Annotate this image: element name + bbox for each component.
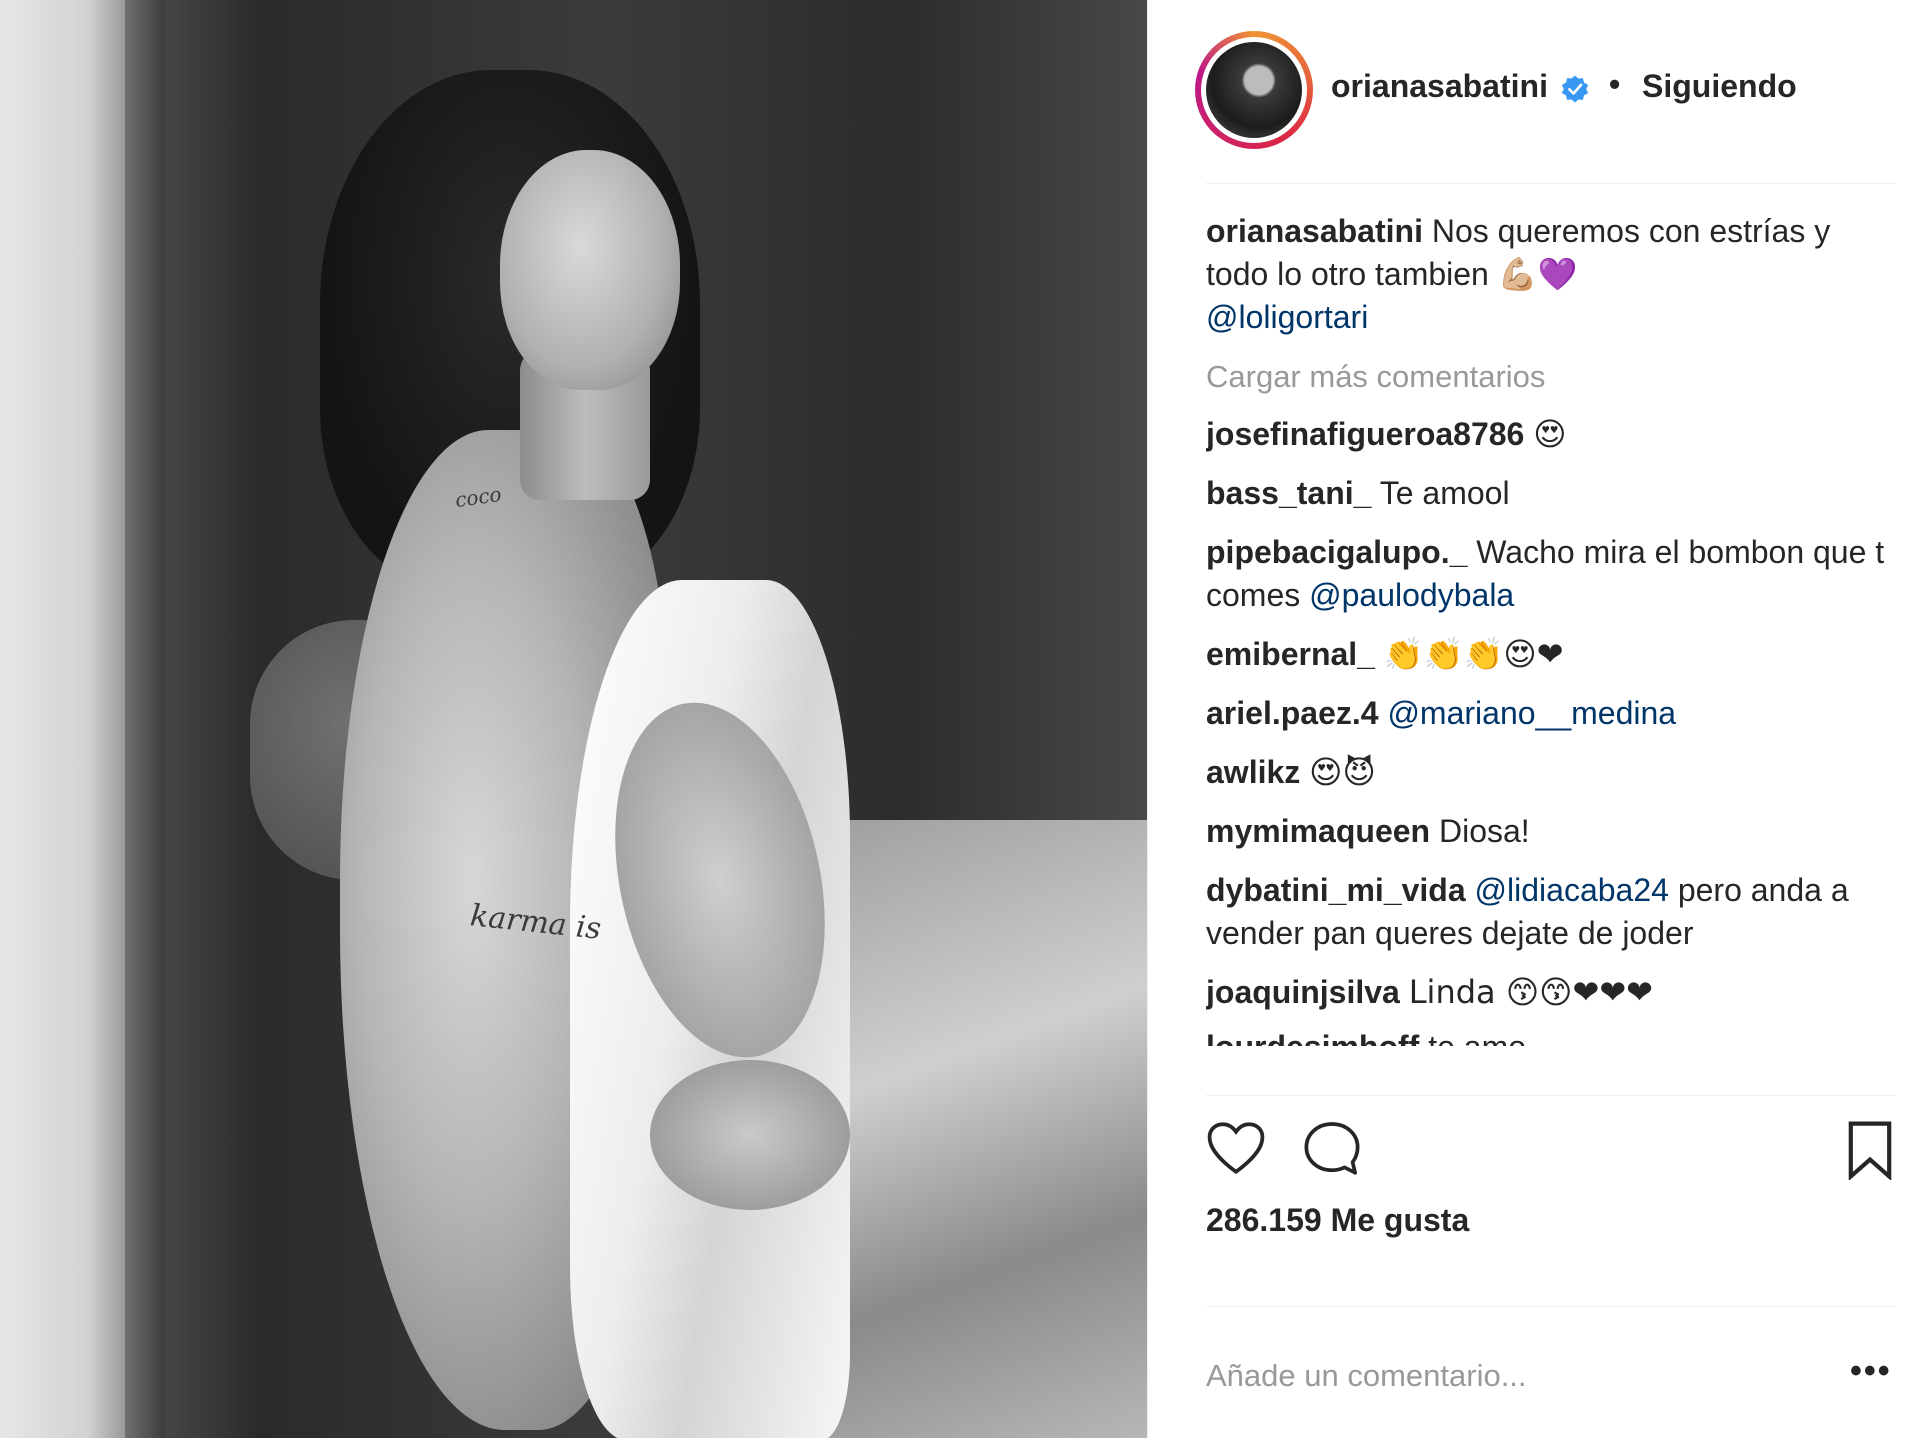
comment-username-link[interactable]: bass_tani_ bbox=[1206, 475, 1371, 511]
caption-mention-link[interactable]: @loligortari bbox=[1206, 299, 1368, 335]
comment-username-link[interactable]: emibernal_ bbox=[1206, 636, 1375, 672]
comment-item: ariel.paez.4 @mariano__medina bbox=[1206, 692, 1896, 735]
comment-text: Diosa! bbox=[1438, 813, 1530, 849]
header-username-link[interactable]: orianasabatini bbox=[1331, 68, 1548, 105]
comment-username-link[interactable]: dybatini_mi_vida bbox=[1206, 872, 1466, 908]
comment-item-partial: lourdesimhoff te amo bbox=[1206, 1026, 1896, 1046]
post-side-panel: orianasabatini • Siguiendo orianasabatin… bbox=[1147, 0, 1920, 1438]
comment-username-link[interactable]: joaquinjsilva bbox=[1206, 974, 1400, 1010]
comment-username-link[interactable]: mymimaqueen bbox=[1206, 813, 1430, 849]
load-more-comments-button[interactable]: Cargar más comentarios bbox=[1206, 357, 1896, 397]
header-divider bbox=[1206, 183, 1896, 184]
comment-item: mymimaqueen Diosa! bbox=[1206, 810, 1896, 853]
comment-item: dybatini_mi_vida @lidiacaba24 pero anda … bbox=[1206, 869, 1896, 955]
photo-door-edge bbox=[125, 0, 165, 1438]
comment-username-link[interactable]: lourdesimhoff bbox=[1206, 1029, 1419, 1046]
verified-badge-icon bbox=[1561, 75, 1589, 103]
heart-icon[interactable] bbox=[1206, 1120, 1266, 1176]
comment-username-link[interactable]: ariel.paez.4 bbox=[1206, 695, 1379, 731]
comment-bubble-icon[interactable] bbox=[1302, 1120, 1362, 1178]
photo-figure-face bbox=[500, 150, 680, 390]
header-separator: • bbox=[1609, 66, 1621, 102]
avatar-story-ring[interactable] bbox=[1195, 31, 1313, 149]
caption-username-link[interactable]: orianasabatini bbox=[1206, 213, 1423, 249]
comment-box-divider bbox=[1206, 1306, 1896, 1307]
comment-text: 👏👏👏😍❤ bbox=[1383, 635, 1564, 673]
more-options-icon[interactable]: ••• bbox=[1850, 1352, 1892, 1391]
avatar-image bbox=[1206, 42, 1302, 138]
photo-door-frame bbox=[0, 0, 125, 1438]
post-header: orianasabatini • Siguiendo bbox=[1148, 0, 1920, 180]
comment-mention-link[interactable]: @mariano__medina bbox=[1387, 695, 1676, 731]
comment-text: Linda 😙😙❤❤❤ bbox=[1408, 973, 1653, 1011]
comment-item: bass_tani_ Te amool bbox=[1206, 472, 1896, 515]
comment-text: Te amool bbox=[1379, 475, 1510, 511]
post-caption: orianasabatini Nos queremos con estrías … bbox=[1206, 210, 1896, 339]
post-actions-bar bbox=[1206, 1120, 1906, 1190]
comment-item: josefinafigueroa8786 😍 bbox=[1206, 413, 1896, 456]
comment-item: emibernal_ 👏👏👏😍❤ bbox=[1206, 633, 1896, 676]
comment-username-link[interactable]: pipebacigalupo._ bbox=[1206, 534, 1467, 570]
comment-username-link[interactable]: awlikz bbox=[1206, 754, 1300, 790]
add-comment-input[interactable]: Añade un comentario... bbox=[1206, 1358, 1527, 1394]
following-button[interactable]: Siguiendo bbox=[1642, 68, 1797, 105]
avatar[interactable] bbox=[1201, 37, 1307, 143]
comments-list[interactable]: orianasabatini Nos queremos con estrías … bbox=[1206, 210, 1896, 1090]
comment-item: pipebacigalupo._ Wacho mira el bombon qu… bbox=[1206, 531, 1896, 617]
comment-mention-link[interactable]: @paulodybala bbox=[1309, 577, 1514, 613]
likes-count-link[interactable]: 286.159 Me gusta bbox=[1206, 1202, 1469, 1239]
actions-divider bbox=[1206, 1095, 1896, 1096]
photo-figure-hand bbox=[650, 1060, 850, 1210]
comment-text: 😍😈 bbox=[1309, 753, 1376, 791]
comment-item: joaquinjsilva Linda 😙😙❤❤❤ bbox=[1206, 971, 1896, 1014]
bookmark-icon[interactable] bbox=[1846, 1120, 1894, 1180]
comment-mention-link[interactable]: @lidiacaba24 bbox=[1475, 872, 1669, 908]
comment-text: 😍 bbox=[1533, 415, 1567, 453]
comment-item: awlikz 😍😈 bbox=[1206, 751, 1896, 794]
post-photo[interactable]: coco karma is bbox=[0, 0, 1147, 1438]
comment-text: te amo bbox=[1428, 1029, 1526, 1046]
comment-username-link[interactable]: josefinafigueroa8786 bbox=[1206, 416, 1524, 452]
